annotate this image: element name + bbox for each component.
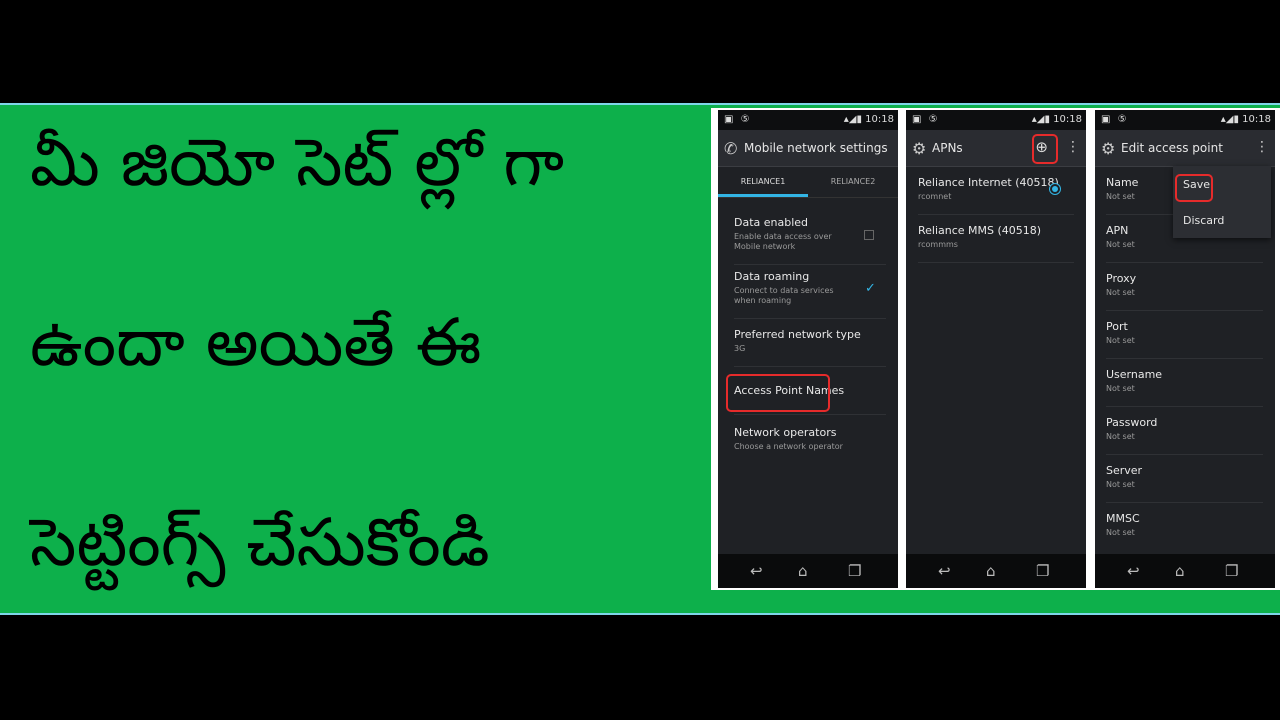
back-icon[interactable]: ↩ [1127,562,1140,580]
item-title: Port [1106,320,1128,333]
list-item-preferred-network[interactable]: Preferred network type 3G [734,328,886,367]
screen-title: Edit access point [1121,141,1223,155]
item-title: Password [1106,416,1158,429]
action-bar: ⚙ Edit access point ⋮ [1095,130,1275,167]
field-mmsc[interactable]: MMSC Not set [1106,512,1263,550]
screen-title: APNs [932,141,963,155]
item-summary: Not set [1106,384,1135,393]
headline-line-3: సెట్టింగ్స్ చేసుకోండి [30,504,490,581]
action-bar: ✆ Mobile network settings [718,130,898,167]
item-title: Data enabled [734,216,809,229]
item-summary: Not set [1106,480,1135,489]
data-enabled-checkbox[interactable] [864,230,874,240]
back-icon[interactable]: ↩ [750,562,763,580]
item-title: Network operators [734,426,837,439]
item-title: MMSC [1106,512,1140,525]
overflow-menu-icon[interactable]: ⋮ [1066,139,1080,155]
item-summary: Not set [1106,288,1135,297]
item-summary: Not set [1106,528,1135,537]
item-title: Username [1106,368,1163,381]
item-title: Preferred network type [734,328,861,341]
item-title: Proxy [1106,272,1137,285]
highlight-save [1175,174,1213,202]
item-title: Server [1106,464,1143,477]
list-item-data-enabled[interactable]: Data enabled Enable data access over Mob… [734,216,886,265]
sim-tabs: RELIANCE1 RELIANCE2 [718,167,898,198]
status-bar: ▣ ⑤ ▴◢▮ 10:18 [718,110,898,130]
field-password[interactable]: Password Not set [1106,416,1263,455]
home-icon[interactable]: ⌂ [986,562,996,580]
home-icon[interactable]: ⌂ [1175,562,1185,580]
item-title: Reliance MMS (40518) [918,224,1042,237]
status-time: ▴◢▮ 10:18 [1031,114,1082,125]
item-summary: Choose a network operator [734,442,843,451]
nav-bar: ↩ ⌂ ❐ [718,554,898,588]
status-bar: ▣ ⑤ ▴◢▮ 10:18 [1095,110,1275,130]
item-title: Data roaming [734,270,810,283]
settings-gear-icon[interactable]: ⚙ [912,139,926,158]
status-bar: ▣ ⑤ ▴◢▮ 10:18 [906,110,1086,130]
notification-icons: ▣ ⑤ [1101,114,1129,125]
settings-gear-icon[interactable]: ⚙ [1101,139,1115,158]
recents-icon[interactable]: ❐ [848,562,861,580]
list-item-network-operators[interactable]: Network operators Choose a network opera… [734,426,886,464]
field-server[interactable]: Server Not set [1106,464,1263,503]
item-summary: rcommms [918,240,958,249]
notification-icons: ▣ ⑤ [724,114,752,125]
item-title: Reliance Internet (40518) [918,176,1059,189]
overflow-menu-icon[interactable]: ⋮ [1255,139,1269,155]
field-username[interactable]: Username Not set [1106,368,1263,407]
list-item-reliance-mms[interactable]: Reliance MMS (40518) rcommms [918,224,1074,263]
action-bar: ⚙ APNs ⊕ ⋮ [906,130,1086,167]
highlight-access-point-names [726,374,830,412]
home-icon[interactable]: ⌂ [798,562,808,580]
list-item-data-roaming[interactable]: Data roaming Connect to data services wh… [734,270,886,319]
item-summary: rcomnet [918,192,952,201]
nav-bar: ↩ ⌂ ❐ [1095,554,1275,588]
notification-icons: ▣ ⑤ [912,114,940,125]
field-proxy[interactable]: Proxy Not set [1106,272,1263,311]
list-item-reliance-internet[interactable]: Reliance Internet (40518) rcomnet [918,176,1074,215]
recents-icon[interactable]: ❐ [1036,562,1049,580]
item-summary: Not set [1106,240,1135,249]
status-time: ▴◢▮ 10:18 [1220,114,1271,125]
recents-icon[interactable]: ❐ [1225,562,1238,580]
item-summary: Enable data access over Mobile network [734,232,832,252]
status-time: ▴◢▮ 10:18 [843,114,894,125]
selected-radio[interactable] [1052,186,1058,192]
data-roaming-checkbox[interactable]: ✓ [864,282,876,295]
phone-screen-apns: ▣ ⑤ ▴◢▮ 10:18 ⚙ APNs ⊕ ⋮ Reliance Intern… [906,110,1086,588]
nav-bar: ↩ ⌂ ❐ [906,554,1086,588]
headline-line-2: ఉందా అయితే ఈ [30,304,482,381]
field-port[interactable]: Port Not set [1106,320,1263,359]
tab-reliance1[interactable]: RELIANCE1 [718,167,808,197]
item-summary: Connect to data services when roaming [734,286,834,306]
phone-icon[interactable]: ✆ [724,139,737,158]
screen-title: Mobile network settings [744,141,888,155]
tab-reliance2[interactable]: RELIANCE2 [808,167,898,197]
highlight-add-apn [1032,134,1058,164]
phone-screen-edit-access-point: ▣ ⑤ ▴◢▮ 10:18 ⚙ Edit access point ⋮ Name… [1095,110,1275,588]
back-icon[interactable]: ↩ [938,562,951,580]
item-summary: Not set [1106,336,1135,345]
phone-screen-mobile-network: ▣ ⑤ ▴◢▮ 10:18 ✆ Mobile network settings … [718,110,898,588]
item-summary: Not set [1106,432,1135,441]
menu-item-discard[interactable]: Discard [1183,214,1224,227]
headline-line-1: మీ జియో సెట్ ల్లో గా [30,124,565,201]
item-summary: 3G [734,344,746,353]
